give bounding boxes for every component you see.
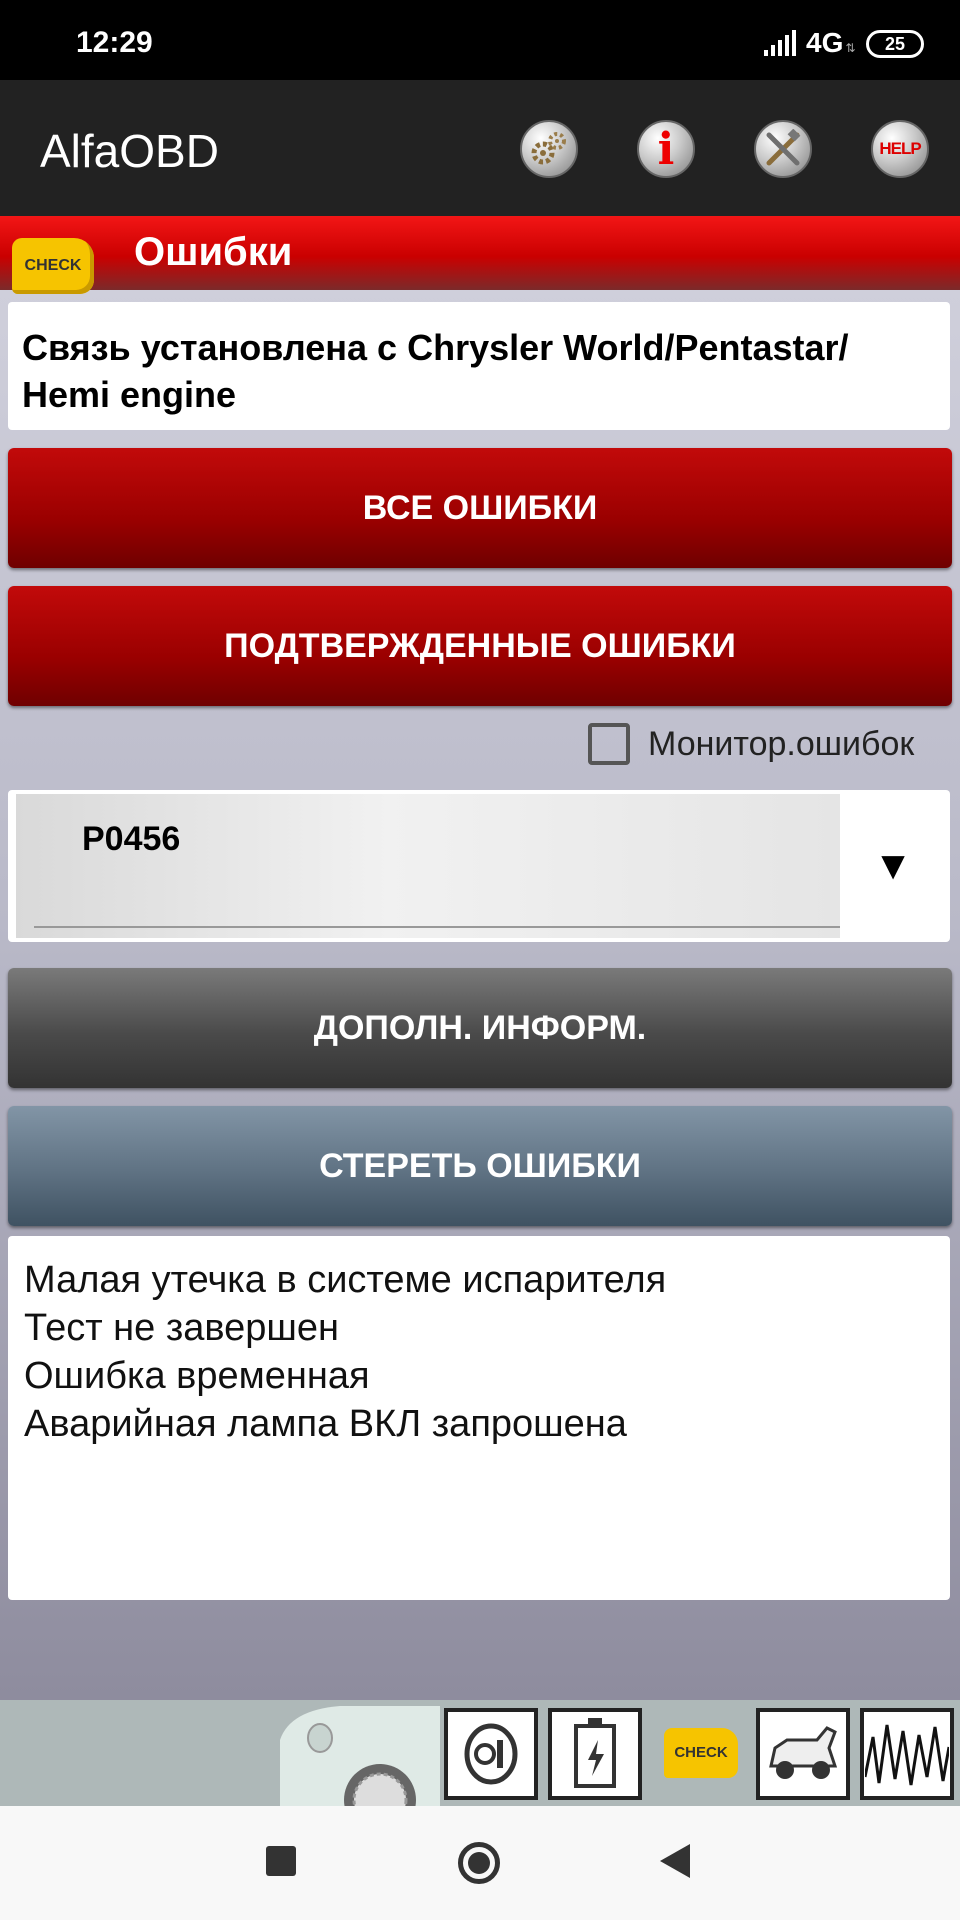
info-glyph: i: [657, 123, 675, 175]
recents-icon[interactable]: [266, 1846, 296, 1876]
tools-glyph: [766, 129, 801, 166]
description-line: Малая утечка в системе испарителя: [24, 1259, 667, 1301]
app-bar: AlfaOBD i HELP: [0, 80, 960, 216]
all-errors-button[interactable]: ВСЕ ОШИБКИ: [8, 448, 952, 568]
key-glyph: [464, 1723, 518, 1785]
monitor-toggle[interactable]: Монитор.ошибок: [588, 722, 914, 766]
help-glyph: HELP: [879, 139, 921, 158]
description-line: Ошибка временная: [24, 1355, 370, 1397]
monitor-checkbox[interactable]: [588, 723, 630, 765]
dtc-select-underline: [34, 926, 842, 928]
signal-icon: [764, 30, 796, 56]
gears-glyph: [531, 132, 566, 165]
car-service-glyph: [769, 1726, 838, 1779]
bottom-toolbar: CHECK: [0, 1700, 960, 1806]
home-icon[interactable]: [458, 1842, 500, 1884]
clear-errors-button[interactable]: СТЕРЕТЬ ОШИБКИ: [8, 1106, 952, 1226]
dtc-selected-value: P0456: [82, 820, 181, 858]
status-time: 12:29: [76, 26, 153, 59]
section-header: Ошибки: [0, 216, 960, 290]
connection-status: Связь установлена с Chrysler World/Penta…: [8, 302, 950, 430]
back-icon[interactable]: [660, 1844, 690, 1878]
dtc-select-container: P0456 ▼: [8, 790, 950, 942]
monitor-label: Монитор.ошибок: [648, 724, 915, 763]
dtc-description: Малая утечка в системе испарителя Тест н…: [8, 1236, 950, 1600]
oscilloscope-icon[interactable]: [860, 1708, 954, 1800]
battery-icon: 25: [866, 30, 924, 58]
system-nav-bar: [0, 1806, 960, 1920]
description-line: Тест не завершен: [24, 1307, 340, 1349]
dtc-select[interactable]: P0456 ▼: [16, 794, 946, 938]
section-title: Ошибки: [134, 230, 293, 274]
car-illustration-icon: [280, 1706, 440, 1806]
check-engine-icon: CHECK: [12, 238, 94, 294]
help-icon[interactable]: HELP: [871, 120, 929, 178]
gears-icon[interactable]: [520, 120, 578, 178]
check-engine-tool-icon[interactable]: CHECK: [664, 1728, 738, 1778]
network-type: 4G ⇅: [806, 27, 855, 59]
confirmed-errors-button[interactable]: ПОДТВЕРЖДЕННЫЕ ОШИБКИ: [8, 586, 952, 706]
battery-glyph: [574, 1718, 616, 1788]
description-line: Аварийная лампа ВКЛ запрошена: [24, 1403, 627, 1445]
tools-icon[interactable]: [754, 120, 812, 178]
app-title: AlfaOBD: [40, 125, 219, 177]
network-activity-icon: ⇅: [845, 41, 856, 55]
key-ignition-icon[interactable]: [444, 1708, 538, 1800]
main-content: Связь установлена с Chrysler World/Penta…: [0, 290, 960, 1700]
more-info-button[interactable]: ДОПОЛН. ИНФОРМ.: [8, 968, 952, 1088]
waveform-glyph: [865, 1724, 949, 1786]
dropdown-arrow-icon[interactable]: ▼: [840, 794, 946, 938]
status-bar: 12:29 4G ⇅ 25: [0, 0, 960, 80]
info-icon[interactable]: i: [637, 120, 695, 178]
network-label: 4G: [806, 27, 844, 58]
battery-tool-icon[interactable]: [548, 1708, 642, 1800]
car-service-icon[interactable]: [756, 1708, 850, 1800]
